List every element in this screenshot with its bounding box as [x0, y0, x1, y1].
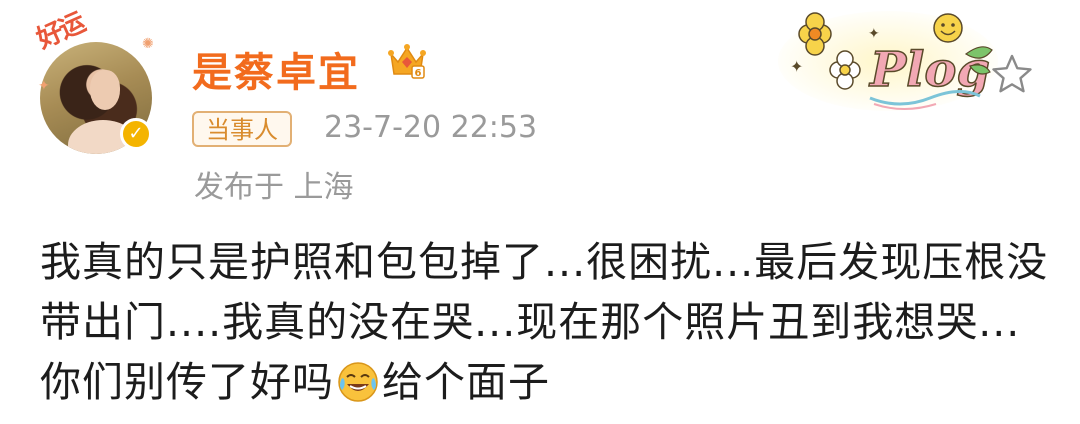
post-body-text-end: 给个面子	[382, 358, 550, 406]
svg-text:✦: ✦	[790, 57, 803, 76]
plog-sticker: ✦ ✦ Plog	[778, 11, 998, 111]
svg-text:6: 6	[415, 68, 422, 79]
star-icon[interactable]	[990, 52, 1034, 96]
avatar-container[interactable]: 好运 ✺ ✦ ✓	[30, 8, 162, 154]
post-timestamp: 23-7-20 22:53	[324, 110, 538, 145]
sparkle-icon: ✦	[38, 78, 50, 94]
post-body: 我真的只是护照和包包掉了...很困扰...最后发现压根没带出门....我真的没在…	[40, 232, 1050, 412]
role-tag: 当事人	[192, 111, 292, 147]
avatar-face	[90, 70, 120, 110]
sparkle-icon: ✺	[142, 36, 154, 52]
post-location: 发布于 上海	[194, 170, 354, 205]
username[interactable]: 是蔡卓宜	[192, 40, 360, 98]
weibo-post: 好运 ✺ ✦ ✓ 是蔡卓宜 6 当事人 23-7-20 22:53 发布于 上海	[0, 0, 1080, 424]
crying-laughing-emoji-icon	[338, 362, 378, 402]
crown-membership-icon[interactable]: 6	[386, 40, 428, 82]
svg-text:✦: ✦	[868, 26, 880, 42]
smiley-icon	[933, 13, 963, 43]
verified-check-icon: ✓	[120, 118, 152, 150]
